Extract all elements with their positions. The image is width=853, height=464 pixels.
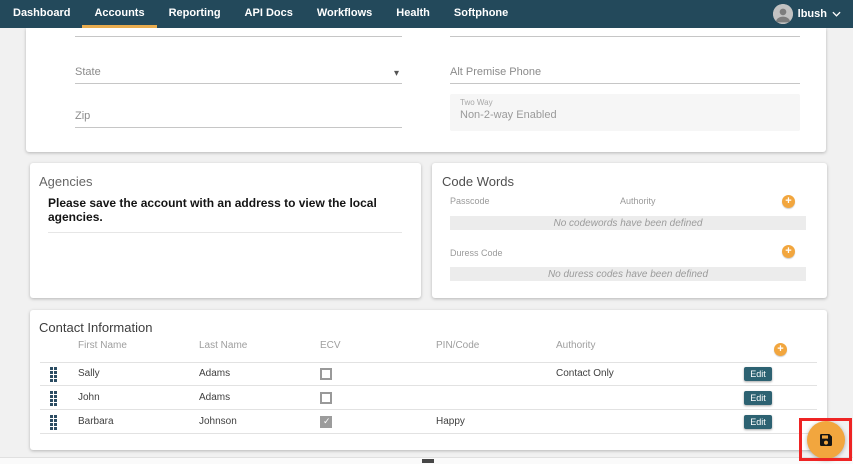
add-contact-button[interactable]: +: [774, 343, 787, 356]
zip-label: Zip: [75, 110, 90, 122]
col-authority: Authority: [556, 340, 595, 351]
agencies-title: Agencies: [39, 174, 92, 189]
alt-premise-phone-field[interactable]: Alt Premise Phone: [450, 60, 800, 84]
contact-last-name: Johnson: [199, 410, 237, 434]
user-menu[interactable]: lbush: [773, 0, 853, 28]
drag-handle-icon[interactable]: [50, 415, 60, 429]
truncated-field-left[interactable]: [75, 36, 402, 37]
contact-first-name: John: [78, 386, 100, 410]
ecv-checkbox[interactable]: [320, 368, 332, 380]
username-label: lbush: [798, 8, 827, 20]
row-divider: [40, 433, 817, 434]
address-form-card: State ▾ Zip Alt Premise Phone Two Way No…: [26, 28, 826, 152]
col-ecv: ECV: [320, 340, 341, 351]
nav-reporting[interactable]: Reporting: [157, 0, 233, 28]
nav-health[interactable]: Health: [384, 0, 442, 28]
horizontal-scrollbar[interactable]: [0, 457, 853, 464]
contact-pin: Happy: [436, 410, 465, 434]
two-way-field: Two Way Non-2-way Enabled: [450, 94, 800, 131]
contact-row: Sally Adams Contact Only Edit: [30, 362, 827, 386]
save-button[interactable]: [807, 421, 845, 459]
top-navbar: Dashboard Accounts Reporting API Docs Wo…: [0, 0, 853, 28]
contact-authority: Contact Only: [556, 362, 614, 386]
col-last-name: Last Name: [199, 340, 247, 351]
chevron-down-icon: [832, 11, 841, 17]
contact-first-name: Barbara: [78, 410, 114, 434]
state-select[interactable]: State ▾: [75, 60, 402, 84]
contact-row: Barbara Johnson Happy Edit: [30, 410, 827, 434]
two-way-value: Non-2-way Enabled: [460, 109, 790, 121]
nav-dashboard[interactable]: Dashboard: [1, 0, 82, 28]
dropdown-caret-icon: ▾: [394, 68, 399, 79]
nav-api-docs[interactable]: API Docs: [233, 0, 305, 28]
horizontal-scrollbar-thumb[interactable]: [422, 459, 434, 463]
code-words-title: Code Words: [442, 174, 514, 189]
passcode-column-label: Passcode: [450, 196, 490, 206]
add-duress-code-button[interactable]: +: [782, 245, 795, 258]
two-way-label: Two Way: [460, 98, 790, 107]
add-codeword-button[interactable]: +: [782, 195, 795, 208]
duress-code-label: Duress Code: [450, 248, 503, 258]
contact-first-name: Sally: [78, 362, 100, 386]
floppy-disk-icon: [818, 432, 834, 448]
agencies-card: Agencies Please save the account with an…: [30, 163, 421, 298]
truncated-field-right[interactable]: [450, 36, 800, 37]
nav-accounts[interactable]: Accounts: [82, 0, 156, 28]
codewords-empty-text: No codewords have been defined: [554, 218, 703, 229]
zip-field[interactable]: Zip: [75, 104, 402, 128]
alt-premise-phone-label: Alt Premise Phone: [450, 66, 541, 78]
agencies-message: Please save the account with an address …: [48, 196, 402, 233]
authority-column-label: Authority: [620, 196, 656, 206]
drag-handle-icon[interactable]: [50, 391, 60, 405]
edit-contact-button[interactable]: Edit: [744, 415, 772, 429]
edit-contact-button[interactable]: Edit: [744, 367, 772, 381]
state-label: State: [75, 66, 101, 78]
edit-contact-button[interactable]: Edit: [744, 391, 772, 405]
col-first-name: First Name: [78, 340, 127, 351]
contact-row: John Adams Edit: [30, 386, 827, 410]
code-words-card: Code Words Passcode Authority + No codew…: [432, 163, 827, 298]
contact-information-title: Contact Information: [39, 320, 152, 335]
col-pin-code: PIN/Code: [436, 340, 479, 351]
nav-softphone[interactable]: Softphone: [442, 0, 520, 28]
contact-information-card: Contact Information First Name Last Name…: [30, 310, 827, 450]
ecv-checkbox[interactable]: [320, 392, 332, 404]
contacts-table-header: First Name Last Name ECV PIN/Code Author…: [30, 340, 827, 362]
contact-last-name: Adams: [199, 386, 230, 410]
drag-handle-icon[interactable]: [50, 367, 60, 381]
contact-last-name: Adams: [199, 362, 230, 386]
user-avatar-icon: [773, 4, 793, 24]
duress-empty-state: No duress codes have been defined: [450, 267, 806, 281]
duress-empty-text: No duress codes have been defined: [548, 269, 708, 280]
ecv-checkbox[interactable]: [320, 416, 332, 428]
nav-workflows[interactable]: Workflows: [305, 0, 384, 28]
codewords-empty-state: No codewords have been defined: [450, 216, 806, 230]
